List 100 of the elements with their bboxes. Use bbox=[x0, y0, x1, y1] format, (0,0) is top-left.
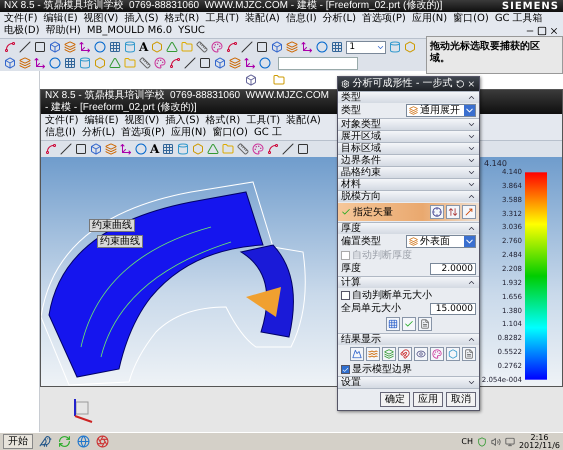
section-header[interactable]: 材料 bbox=[338, 178, 479, 190]
cube-icon[interactable] bbox=[214, 57, 226, 69]
collapse-icon[interactable] bbox=[467, 335, 476, 344]
circle-icon[interactable] bbox=[135, 143, 147, 155]
result-display-button[interactable] bbox=[430, 347, 444, 361]
number-field[interactable]: 15.0000 bbox=[430, 302, 476, 314]
section-header[interactable]: 厚度 bbox=[338, 222, 479, 234]
axes-icon[interactable] bbox=[79, 41, 91, 53]
bird-icon[interactable] bbox=[39, 435, 52, 448]
layers-icon[interactable] bbox=[19, 57, 31, 69]
section-header[interactable]: 设置 bbox=[338, 376, 479, 388]
cube-icon[interactable] bbox=[245, 74, 257, 86]
expand-icon[interactable] bbox=[467, 180, 476, 189]
result-display-button[interactable] bbox=[366, 347, 380, 361]
layers-icon[interactable] bbox=[286, 41, 298, 53]
number-field[interactable]: 2.0000 bbox=[430, 262, 476, 274]
curve-icon[interactable] bbox=[45, 143, 57, 155]
expand-icon[interactable] bbox=[467, 156, 476, 165]
globe-icon[interactable] bbox=[77, 435, 90, 448]
menu-item[interactable]: YSUC bbox=[178, 25, 205, 37]
menu-item[interactable]: 应用(N) bbox=[170, 127, 206, 139]
collapse-icon[interactable] bbox=[467, 224, 476, 233]
mesh-button[interactable] bbox=[386, 317, 400, 331]
result-display-button[interactable] bbox=[350, 347, 364, 361]
cube-icon[interactable] bbox=[90, 143, 102, 155]
text-tool[interactable]: A bbox=[150, 142, 160, 156]
menu-item[interactable]: 文件(F) bbox=[45, 115, 79, 127]
menu-item[interactable]: 首选项(P) bbox=[362, 13, 406, 25]
grid-icon[interactable] bbox=[162, 143, 174, 155]
result-display-button[interactable] bbox=[462, 347, 476, 361]
expand-icon[interactable] bbox=[467, 144, 476, 153]
layers-icon[interactable] bbox=[229, 57, 241, 69]
result-display-button[interactable] bbox=[446, 347, 460, 361]
triangle-icon[interactable] bbox=[166, 41, 178, 53]
section-header[interactable]: 边界条件 bbox=[338, 154, 479, 166]
rectangle-icon[interactable] bbox=[34, 41, 46, 53]
axes-icon[interactable] bbox=[301, 41, 314, 53]
collapse-icon[interactable] bbox=[467, 192, 476, 201]
curve-icon[interactable] bbox=[226, 41, 238, 53]
vector-button[interactable] bbox=[462, 205, 476, 219]
folder-icon[interactable] bbox=[273, 74, 285, 86]
menu-item[interactable]: 编辑(E) bbox=[44, 13, 78, 25]
menu-item[interactable]: 视图(V) bbox=[84, 13, 118, 25]
cube-icon[interactable] bbox=[271, 41, 284, 53]
line-icon[interactable] bbox=[184, 57, 196, 69]
menu-item[interactable]: 电极(D) bbox=[4, 25, 40, 37]
axes-icon[interactable] bbox=[120, 143, 132, 155]
section-header[interactable]: 脱模方向 bbox=[338, 190, 479, 202]
line-icon[interactable] bbox=[19, 41, 31, 53]
menu-item[interactable]: 帮助(H) bbox=[46, 25, 81, 37]
grid-icon[interactable] bbox=[64, 57, 76, 69]
menu-item[interactable]: 分析(L) bbox=[82, 127, 116, 139]
palette-icon[interactable] bbox=[154, 57, 166, 69]
line-icon[interactable] bbox=[241, 41, 254, 53]
curve-icon[interactable] bbox=[267, 143, 280, 155]
reverse-direction-button[interactable] bbox=[446, 205, 460, 219]
menu-item[interactable]: 格式(R) bbox=[206, 115, 240, 127]
layers-icon[interactable] bbox=[64, 41, 76, 53]
monitor-icon[interactable] bbox=[504, 436, 515, 446]
result-display-button[interactable] bbox=[414, 347, 428, 361]
expand-icon[interactable] bbox=[467, 120, 476, 129]
result-display-button[interactable] bbox=[382, 347, 396, 361]
circle-icon[interactable] bbox=[94, 41, 106, 53]
volume-icon[interactable] bbox=[490, 436, 501, 446]
menu-item[interactable]: 装配(A) bbox=[245, 13, 280, 25]
menu-item[interactable]: 插入(S) bbox=[165, 115, 200, 127]
cylinder-icon[interactable] bbox=[389, 41, 402, 53]
dropdown-field[interactable]: 外表面 bbox=[406, 235, 476, 248]
cube-icon[interactable] bbox=[4, 57, 16, 69]
curve-icon[interactable] bbox=[169, 57, 181, 69]
menu-item[interactable]: 信息(I) bbox=[286, 13, 317, 25]
menu-item[interactable]: 工具(T) bbox=[246, 115, 280, 127]
menu-item[interactable]: 工具(T) bbox=[205, 13, 240, 25]
rectangle-icon[interactable] bbox=[256, 41, 268, 53]
dialog-button[interactable]: 确定 bbox=[380, 392, 410, 407]
language-indicator[interactable]: CH bbox=[461, 438, 473, 446]
section-header[interactable]: 类型 bbox=[338, 91, 479, 103]
section-header[interactable]: 展开区域 bbox=[338, 130, 479, 142]
menu-item[interactable]: MB_MOULD M6.0 bbox=[86, 25, 172, 37]
rectangle-icon[interactable] bbox=[199, 57, 211, 69]
section-header[interactable]: 结果显示 bbox=[338, 333, 479, 345]
input-field[interactable] bbox=[278, 56, 358, 70]
layer-select[interactable]: 1 bbox=[346, 40, 386, 54]
circle-icon[interactable] bbox=[49, 57, 61, 69]
collapse-icon[interactable] bbox=[467, 93, 476, 102]
section-header[interactable]: 晶格约束 bbox=[338, 166, 479, 178]
start-button[interactable]: 开始 bbox=[3, 434, 33, 449]
reset-icon[interactable] bbox=[456, 79, 464, 89]
menu-item[interactable]: 插入(S) bbox=[124, 13, 158, 25]
curve-icon[interactable] bbox=[4, 41, 16, 53]
section-header[interactable]: 目标区域 bbox=[338, 142, 479, 154]
menu-item[interactable]: 文件(F) bbox=[4, 13, 38, 25]
expand-icon[interactable] bbox=[467, 132, 476, 141]
collapse-icon[interactable] bbox=[467, 278, 476, 287]
circle-icon[interactable] bbox=[316, 41, 328, 53]
text-tool[interactable]: A bbox=[139, 40, 148, 54]
layers-icon[interactable] bbox=[105, 143, 117, 155]
axes-icon[interactable] bbox=[244, 57, 256, 69]
expand-icon[interactable] bbox=[467, 168, 476, 177]
ruler-icon[interactable] bbox=[237, 143, 250, 155]
